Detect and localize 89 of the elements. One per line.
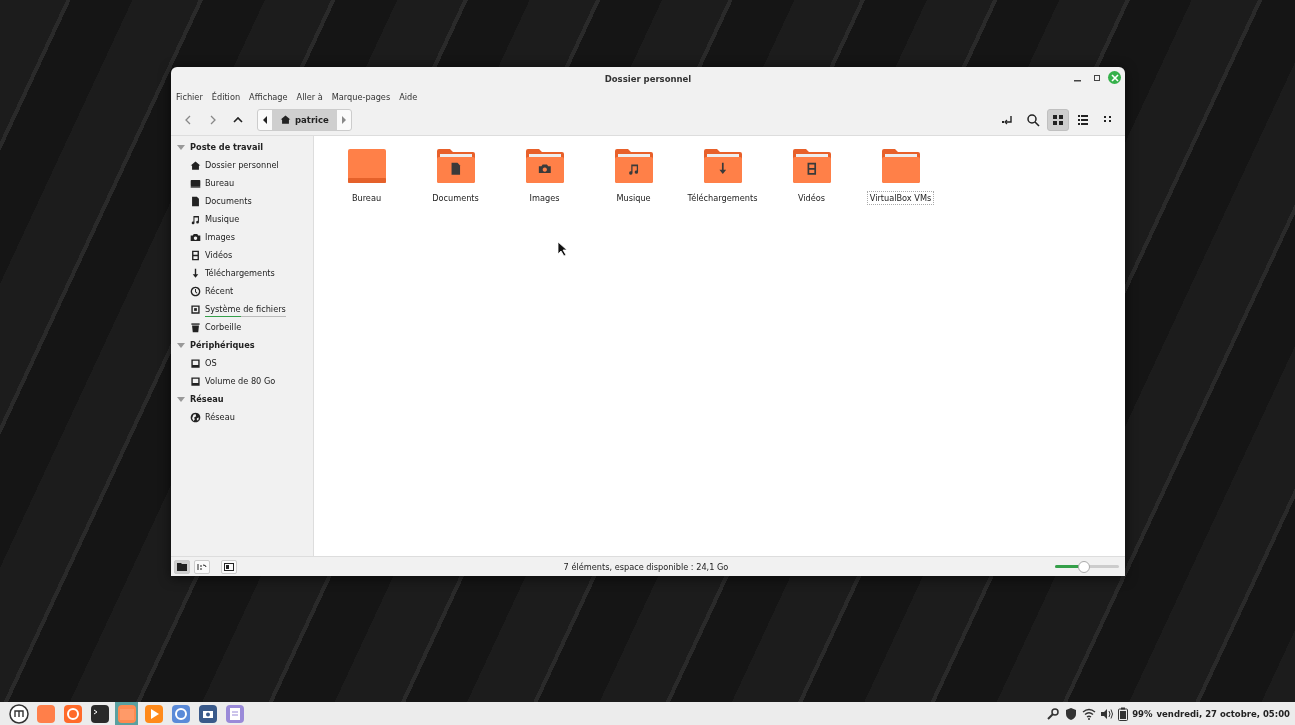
document-icon — [190, 195, 201, 207]
home-icon — [190, 159, 201, 171]
sidebar-item[interactable]: Dossier personnel — [171, 156, 313, 174]
tree-toggle-button[interactable] — [194, 559, 210, 574]
sidebar-item[interactable]: Documents — [171, 192, 313, 210]
sidebar-icon — [224, 562, 234, 571]
taskbar-app-button[interactable] — [7, 702, 30, 725]
desktop-icon — [35, 703, 56, 724]
triangle-right-icon — [340, 115, 347, 124]
play-icon — [143, 703, 164, 724]
sidebar-item[interactable]: Téléchargements — [171, 264, 313, 282]
download-arrow-icon — [190, 267, 201, 279]
monitor-icon — [190, 177, 201, 189]
battery-icon — [1118, 706, 1129, 721]
close-button[interactable] — [1108, 71, 1121, 84]
sidebar-item[interactable]: Bureau — [171, 174, 313, 192]
places-toggle-button[interactable] — [174, 559, 190, 574]
clock-icon — [190, 285, 201, 297]
folder-item[interactable]: Vidéos — [767, 148, 856, 205]
taskbar-app-button[interactable] — [196, 702, 219, 725]
folder-item[interactable]: Images — [500, 148, 589, 205]
icon-view-button[interactable] — [1047, 108, 1069, 131]
terminal-icon — [89, 703, 110, 724]
volume-icon — [1100, 706, 1115, 721]
home-icon — [280, 114, 291, 125]
folder-icon — [614, 148, 653, 184]
film-icon — [190, 249, 201, 261]
expander-triangle-icon — [177, 143, 185, 151]
maximize-icon — [1091, 72, 1102, 83]
battery-percentage: 99% — [1132, 708, 1153, 719]
folder-icon — [177, 562, 187, 571]
globe-icon — [170, 703, 191, 724]
menu-item[interactable]: Fichier — [176, 92, 203, 102]
menu-item[interactable]: Édition — [211, 92, 241, 102]
folder-item[interactable]: Téléchargements — [678, 148, 767, 205]
tree-icon — [197, 562, 207, 571]
sidebar-item[interactable]: Système de fichiers — [171, 300, 313, 318]
folder-icon — [703, 148, 742, 184]
folder-icon — [436, 148, 475, 184]
status-text: 7 éléments, espace disponible : 24,1 Go — [562, 561, 730, 572]
camera-icon — [190, 231, 201, 243]
folder-item[interactable]: Bureau — [322, 148, 411, 205]
sidebar-section-header[interactable]: Poste de travail — [171, 138, 313, 156]
sidebar-item[interactable]: Récent — [171, 282, 313, 300]
clock[interactable]: vendredi, 27 octobre, 05:00 — [1156, 708, 1290, 719]
sidebar-section-header[interactable]: Réseau — [171, 390, 313, 408]
folder-item[interactable]: VirtualBox VMs — [856, 148, 945, 205]
camera-icon — [197, 703, 218, 724]
close-icon — [1110, 73, 1119, 82]
music-note-icon — [190, 213, 201, 225]
folder-icon — [881, 148, 920, 184]
network-key-icon — [1046, 706, 1061, 721]
globe-icon — [190, 411, 201, 423]
shield-icon — [1064, 706, 1079, 721]
expander-triangle-icon — [177, 395, 185, 403]
folder-icon — [792, 148, 831, 184]
menu-icon — [8, 703, 29, 724]
folder-icon — [116, 703, 137, 724]
sidebar-item[interactable]: Corbeille — [171, 318, 313, 336]
sidebar-item[interactable]: Réseau — [171, 408, 313, 426]
sidebar-item[interactable]: Vidéos — [171, 246, 313, 264]
menu-item[interactable]: Aide — [399, 92, 418, 102]
drive-icon — [190, 303, 201, 315]
wifi-icon — [1082, 706, 1097, 721]
sidebar-item[interactable]: Musique — [171, 210, 313, 228]
sidebar-item[interactable]: OS — [171, 354, 313, 372]
hide-sidebar-button[interactable] — [221, 559, 237, 574]
taskbar-app-button[interactable] — [88, 702, 111, 725]
folder-icon — [525, 148, 564, 184]
sidebar-section-header[interactable]: Périphériques — [171, 336, 313, 354]
expander-triangle-icon — [177, 341, 185, 349]
browser-icon — [62, 703, 83, 724]
mouse-pointer-icon — [557, 241, 569, 257]
menu-item[interactable]: Marque-pages — [331, 92, 391, 102]
desktop-folder-icon — [347, 148, 386, 184]
folder-item[interactable]: Musique — [589, 148, 678, 205]
menu-item[interactable]: Aller à — [296, 92, 323, 102]
triangle-left-icon — [262, 115, 268, 124]
sidebar-item[interactable]: Volume de 80 Go — [171, 372, 313, 390]
window-title: Dossier personnel — [604, 74, 692, 84]
notes-icon — [224, 703, 245, 724]
sidebar-item[interactable]: Images — [171, 228, 313, 246]
folder-item[interactable]: Documents — [411, 148, 500, 205]
menu-item[interactable]: Affichage — [249, 92, 288, 102]
search-icon — [1026, 112, 1040, 127]
zoom-slider[interactable] — [1055, 560, 1119, 573]
minimize-icon — [1074, 79, 1081, 82]
path-button[interactable]: patrice — [272, 109, 337, 130]
trash-icon — [190, 321, 201, 333]
